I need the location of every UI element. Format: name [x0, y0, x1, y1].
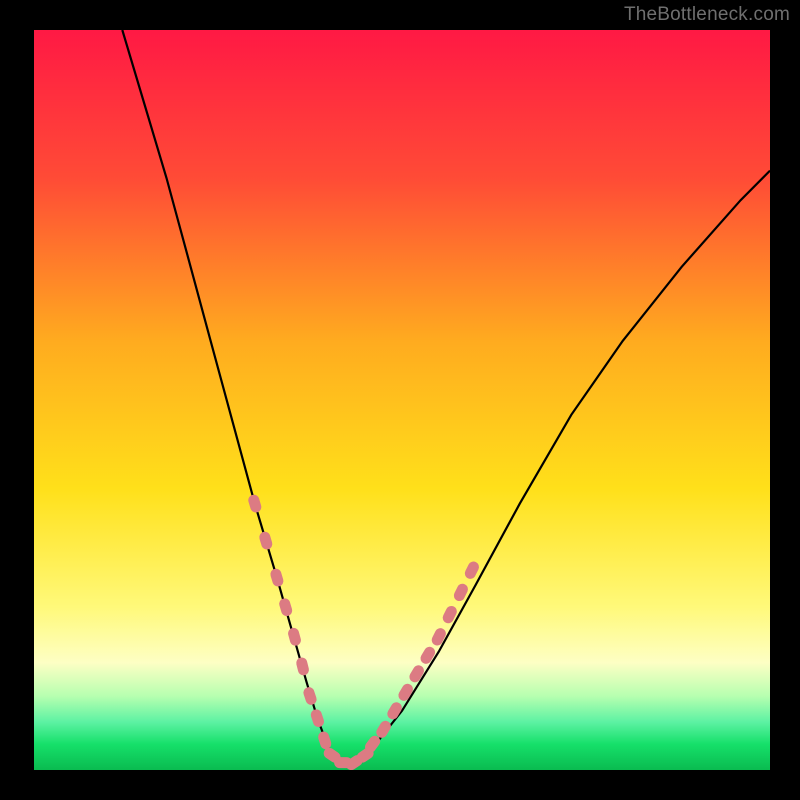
plot-area — [34, 30, 770, 770]
watermark-label: TheBottleneck.com — [624, 4, 790, 26]
chart-stage: TheBottleneck.com — [0, 0, 800, 800]
bottleneck-chart — [0, 0, 800, 800]
